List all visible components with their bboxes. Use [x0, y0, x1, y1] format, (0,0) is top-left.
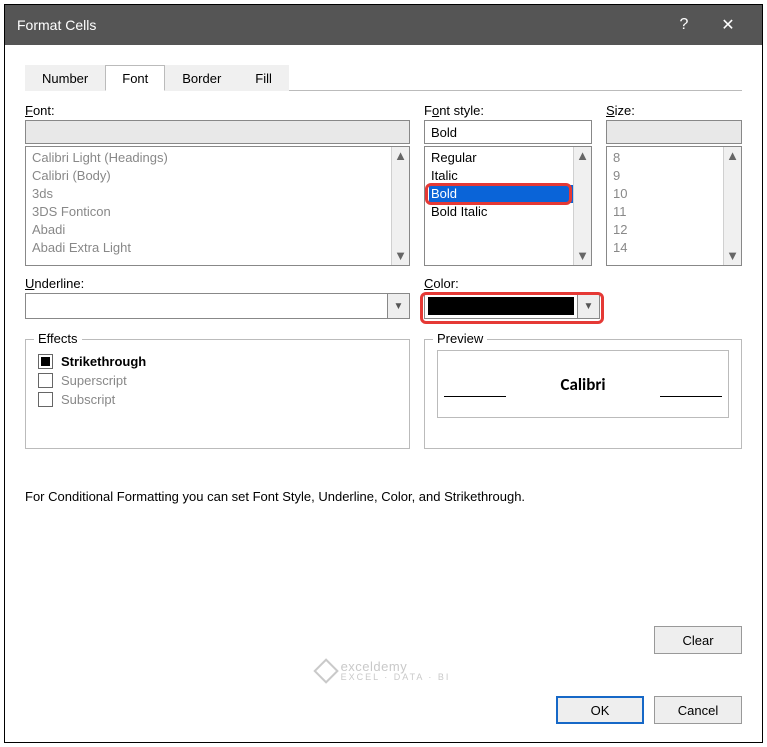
clear-button[interactable]: Clear	[654, 626, 742, 654]
font-input[interactable]	[25, 120, 410, 144]
dialog-body: Number Font Border Fill Font: Calibri Li…	[5, 45, 762, 504]
scroll-down-icon[interactable]: ▼	[394, 247, 407, 265]
underline-color-row: Underline: ▼ Color: ▼	[25, 276, 742, 319]
list-item[interactable]: Calibri Light (Headings)	[30, 149, 405, 167]
list-item[interactable]: Italic	[429, 167, 587, 185]
size-listbox[interactable]: 8 9 10 11 12 14 ▲▼	[606, 146, 742, 266]
checkbox-icon	[38, 392, 53, 407]
underline-label: Underline:	[25, 276, 410, 291]
font-style-label: Font style:	[424, 103, 592, 118]
strikethrough-checkbox[interactable]: Strikethrough	[38, 354, 397, 369]
color-swatch	[428, 297, 574, 315]
list-item[interactable]: Bold Italic	[429, 203, 587, 221]
scrollbar[interactable]: ▲▼	[573, 147, 591, 265]
dialog-format-cells: Format Cells ? ✕ Number Font Border Fill…	[4, 4, 763, 743]
size-label: Size:	[606, 103, 742, 118]
tab-fill[interactable]: Fill	[238, 65, 289, 91]
scroll-down-icon[interactable]: ▼	[726, 247, 739, 265]
preview-line	[444, 396, 506, 397]
color-combo[interactable]: ▼	[424, 293, 600, 319]
ok-button[interactable]: OK	[556, 696, 644, 724]
subscript-label: Subscript	[61, 392, 115, 407]
preview-box: Calibri	[437, 350, 729, 418]
titlebar: Format Cells ? ✕	[5, 5, 762, 45]
help-button[interactable]: ?	[662, 16, 706, 34]
list-item[interactable]: 12	[611, 221, 737, 239]
font-row: Font: Calibri Light (Headings) Calibri (…	[25, 103, 742, 266]
scroll-down-icon[interactable]: ▼	[576, 247, 589, 265]
font-listbox[interactable]: Calibri Light (Headings) Calibri (Body) …	[25, 146, 410, 266]
list-item[interactable]: 10	[611, 185, 737, 203]
effects-title: Effects	[34, 331, 82, 346]
effects-group: Effects Strikethrough Superscript Subscr…	[25, 339, 410, 449]
close-button[interactable]: ✕	[706, 15, 750, 35]
list-item[interactable]: 9	[611, 167, 737, 185]
list-item[interactable]: 11	[611, 203, 737, 221]
list-item[interactable]: 3ds	[30, 185, 405, 203]
preview-line	[660, 396, 722, 397]
watermark-icon	[313, 658, 338, 683]
effects-preview-row: Effects Strikethrough Superscript Subscr…	[25, 333, 742, 449]
list-item[interactable]: 8	[611, 149, 737, 167]
font-label: Font:	[25, 103, 410, 118]
color-label: Color:	[424, 276, 604, 291]
tab-border[interactable]: Border	[165, 65, 238, 91]
conditional-formatting-note: For Conditional Formatting you can set F…	[25, 489, 742, 504]
list-item[interactable]: Calibri (Body)	[30, 167, 405, 185]
chevron-down-icon[interactable]: ▼	[577, 294, 599, 318]
superscript-checkbox[interactable]: Superscript	[38, 373, 397, 388]
font-style-listbox[interactable]: Regular Italic Bold Bold Italic ▲▼	[424, 146, 592, 266]
size-input[interactable]	[606, 120, 742, 144]
subscript-checkbox[interactable]: Subscript	[38, 392, 397, 407]
scrollbar[interactable]: ▲▼	[391, 147, 409, 265]
list-item-selected[interactable]: Bold	[429, 185, 587, 203]
scroll-up-icon[interactable]: ▲	[726, 147, 739, 165]
dialog-buttons: OK Cancel	[556, 696, 742, 724]
checkbox-icon	[38, 373, 53, 388]
list-item[interactable]: Regular	[429, 149, 587, 167]
strikethrough-label: Strikethrough	[61, 354, 146, 369]
scroll-up-icon[interactable]: ▲	[576, 147, 589, 165]
superscript-label: Superscript	[61, 373, 127, 388]
preview-title: Preview	[433, 331, 487, 346]
dialog-title: Format Cells	[17, 17, 662, 33]
list-item[interactable]: Abadi Extra Light	[30, 239, 405, 257]
font-style-input[interactable]	[424, 120, 592, 144]
preview-group: Preview Calibri	[424, 339, 742, 449]
checkbox-icon	[38, 354, 53, 369]
list-item[interactable]: Abadi	[30, 221, 405, 239]
underline-combo[interactable]: ▼	[25, 293, 410, 319]
tab-font[interactable]: Font	[105, 65, 165, 91]
watermark: exceldemy EXCEL · DATA · BI	[317, 659, 451, 682]
list-item[interactable]: 14	[611, 239, 737, 257]
chevron-down-icon[interactable]: ▼	[387, 294, 409, 318]
preview-text: Calibri	[560, 374, 605, 395]
list-item[interactable]: 3DS Fonticon	[30, 203, 405, 221]
scrollbar[interactable]: ▲▼	[723, 147, 741, 265]
cancel-button[interactable]: Cancel	[654, 696, 742, 724]
tab-number[interactable]: Number	[25, 65, 105, 91]
tab-bar: Number Font Border Fill	[25, 63, 742, 91]
underline-value	[26, 294, 387, 318]
scroll-up-icon[interactable]: ▲	[394, 147, 407, 165]
